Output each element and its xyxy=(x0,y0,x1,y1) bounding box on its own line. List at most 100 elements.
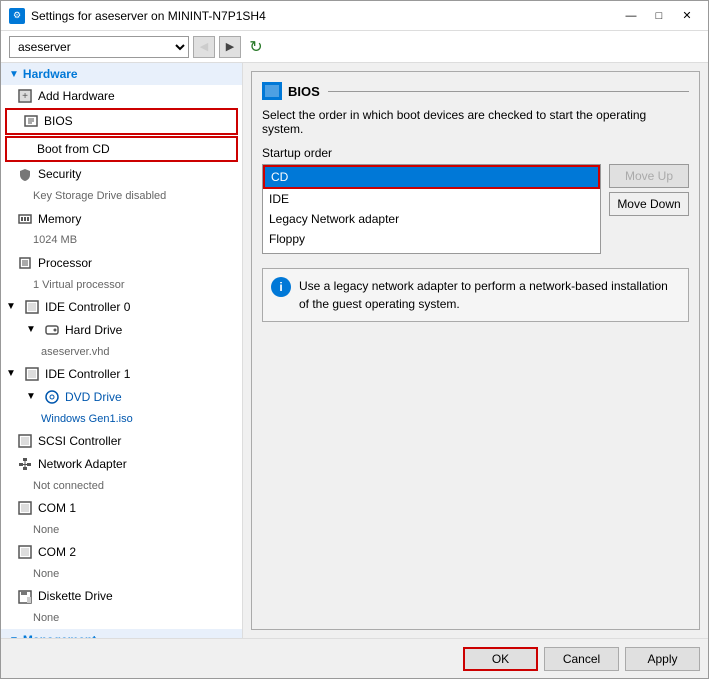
bios-icon xyxy=(23,113,39,129)
sidebar-item-security-label: Security xyxy=(38,166,81,183)
forward-button[interactable]: ▶ xyxy=(219,36,241,58)
server-select[interactable]: aseserver xyxy=(9,36,189,58)
maximize-button[interactable]: □ xyxy=(646,6,672,26)
window-title: Settings for aseserver on MININT-N7P1SH4 xyxy=(31,9,266,23)
toolbar: aseserver ◀ ▶ ↻ xyxy=(1,31,708,63)
sidebar-item-dvd-sub: Windows Gen1.iso xyxy=(1,409,242,430)
titlebar: ⚙ Settings for aseserver on MININT-N7P1S… xyxy=(1,1,708,31)
sidebar-item-add-hardware[interactable]: + Add Hardware xyxy=(1,85,242,108)
main-window: ⚙ Settings for aseserver on MININT-N7P1S… xyxy=(0,0,709,679)
ide1-expand-icon: ▼ xyxy=(5,368,17,380)
bottom-bar: OK Cancel Apply xyxy=(1,638,708,678)
sidebar-item-network-label: Network Adapter xyxy=(38,456,127,473)
dvd-icon xyxy=(44,389,60,405)
startup-order-label: Startup order xyxy=(262,146,689,160)
bios-panel: BIOS Select the order in which boot devi… xyxy=(251,71,700,630)
hardware-collapse-icon: ▼ xyxy=(9,69,19,80)
sidebar-item-ide1-label: IDE Controller 1 xyxy=(45,366,130,383)
sidebar-item-ide0-label: IDE Controller 0 xyxy=(45,299,130,316)
sidebar-item-com2-sub: None xyxy=(1,564,242,585)
sidebar-item-processor[interactable]: Processor xyxy=(1,252,242,275)
svg-text:+: + xyxy=(22,91,28,102)
sidebar-item-com2[interactable]: COM 2 xyxy=(1,541,242,564)
info-icon: i xyxy=(271,277,291,297)
sidebar-item-ide1[interactable]: ▼ IDE Controller 1 xyxy=(1,363,242,386)
sidebar-item-com1-sub: None xyxy=(1,520,242,541)
processor-icon xyxy=(17,255,33,271)
diskette-icon xyxy=(17,589,33,605)
startup-item-ide[interactable]: IDE xyxy=(263,189,600,209)
cancel-button[interactable]: Cancel xyxy=(544,647,619,671)
info-box: i Use a legacy network adapter to perfor… xyxy=(262,268,689,322)
startup-buttons: Move Up Move Down xyxy=(609,164,689,254)
sidebar-item-boot-cd[interactable]: Boot from CD xyxy=(5,136,238,163)
sidebar-item-hard-drive-label: Hard Drive xyxy=(65,322,122,339)
security-icon xyxy=(17,167,33,183)
sidebar-item-add-hardware-label: Add Hardware xyxy=(38,88,115,105)
bios-header-text: BIOS xyxy=(288,84,320,99)
sidebar-item-hard-drive[interactable]: ▼ Hard Drive xyxy=(1,319,242,342)
sidebar-item-hard-drive-sub: aseserver.vhd xyxy=(1,342,242,363)
sidebar-item-com1[interactable]: COM 1 xyxy=(1,497,242,520)
hard-drive-expand-icon: ▼ xyxy=(25,324,37,336)
sidebar-item-diskette[interactable]: Diskette Drive xyxy=(1,585,242,608)
move-up-button[interactable]: Move Up xyxy=(609,164,689,188)
ide0-expand-icon: ▼ xyxy=(5,301,17,313)
titlebar-controls: — □ ✕ xyxy=(618,6,700,26)
minimize-button[interactable]: — xyxy=(618,6,644,26)
startup-list[interactable]: CD IDE Legacy Network adapter Floppy xyxy=(262,164,601,254)
right-panel: BIOS Select the order in which boot devi… xyxy=(243,63,708,638)
bios-header: BIOS xyxy=(262,82,689,100)
sidebar-item-memory[interactable]: Memory xyxy=(1,208,242,231)
sidebar-item-com2-label: COM 2 xyxy=(38,544,76,561)
close-button[interactable]: ✕ xyxy=(674,6,700,26)
startup-area: CD IDE Legacy Network adapter Floppy Mov… xyxy=(262,164,689,254)
sidebar-item-diskette-label: Diskette Drive xyxy=(38,588,113,605)
titlebar-left: ⚙ Settings for aseserver on MININT-N7P1S… xyxy=(9,8,266,24)
com2-icon xyxy=(17,544,33,560)
window-icon: ⚙ xyxy=(9,8,25,24)
ide1-icon xyxy=(24,366,40,382)
sidebar-item-scsi[interactable]: SCSI Controller xyxy=(1,430,242,453)
sidebar-item-memory-sub: 1024 MB xyxy=(1,230,242,251)
sidebar-item-security[interactable]: Security xyxy=(1,163,242,186)
startup-item-floppy[interactable]: Floppy xyxy=(263,229,600,249)
startup-item-cd[interactable]: CD xyxy=(263,165,600,189)
ok-button[interactable]: OK xyxy=(463,647,538,671)
network-icon xyxy=(17,456,33,472)
bios-header-icon xyxy=(262,82,282,100)
move-down-button[interactable]: Move Down xyxy=(609,192,689,216)
sidebar-item-diskette-sub: None xyxy=(1,608,242,629)
sidebar-item-processor-label: Processor xyxy=(38,255,92,272)
startup-item-legacy-network[interactable]: Legacy Network adapter xyxy=(263,209,600,229)
sidebar-item-boot-cd-label: Boot from CD xyxy=(37,141,110,158)
back-button[interactable]: ◀ xyxy=(193,36,215,58)
sidebar-item-network-sub: Not connected xyxy=(1,476,242,497)
sidebar-item-bios[interactable]: BIOS xyxy=(5,108,238,135)
hard-drive-icon xyxy=(44,322,60,338)
add-hardware-icon: + xyxy=(17,88,33,104)
sidebar-item-dvd-label: DVD Drive xyxy=(65,389,122,406)
bios-description: Select the order in which boot devices a… xyxy=(262,108,689,136)
sidebar-item-ide0[interactable]: ▼ IDE Controller 0 xyxy=(1,296,242,319)
sidebar-item-dvd[interactable]: ▼ DVD Drive xyxy=(1,386,242,409)
sidebar-item-scsi-label: SCSI Controller xyxy=(38,433,121,450)
bios-header-line xyxy=(328,91,689,92)
dvd-expand-icon: ▼ xyxy=(25,391,37,403)
sidebar-item-bios-label: BIOS xyxy=(44,113,73,130)
sidebar-item-com1-label: COM 1 xyxy=(38,500,76,517)
hardware-section-header[interactable]: ▼ Hardware xyxy=(1,63,242,85)
sidebar-item-network[interactable]: Network Adapter xyxy=(1,453,242,476)
sidebar-item-processor-sub: 1 Virtual processor xyxy=(1,275,242,296)
hardware-label: Hardware xyxy=(23,67,78,81)
com1-icon xyxy=(17,500,33,516)
sidebar-item-memory-label: Memory xyxy=(38,211,81,228)
scsi-icon xyxy=(17,433,33,449)
refresh-button[interactable]: ↻ xyxy=(245,36,267,58)
management-section-header[interactable]: ▼ Management xyxy=(1,629,242,638)
sidebar-item-security-sub: Key Storage Drive disabled xyxy=(1,186,242,207)
ide0-icon xyxy=(24,299,40,315)
apply-button[interactable]: Apply xyxy=(625,647,700,671)
sidebar: ▼ Hardware + Add Hardware BIOS Boot from… xyxy=(1,63,243,638)
memory-icon xyxy=(17,211,33,227)
